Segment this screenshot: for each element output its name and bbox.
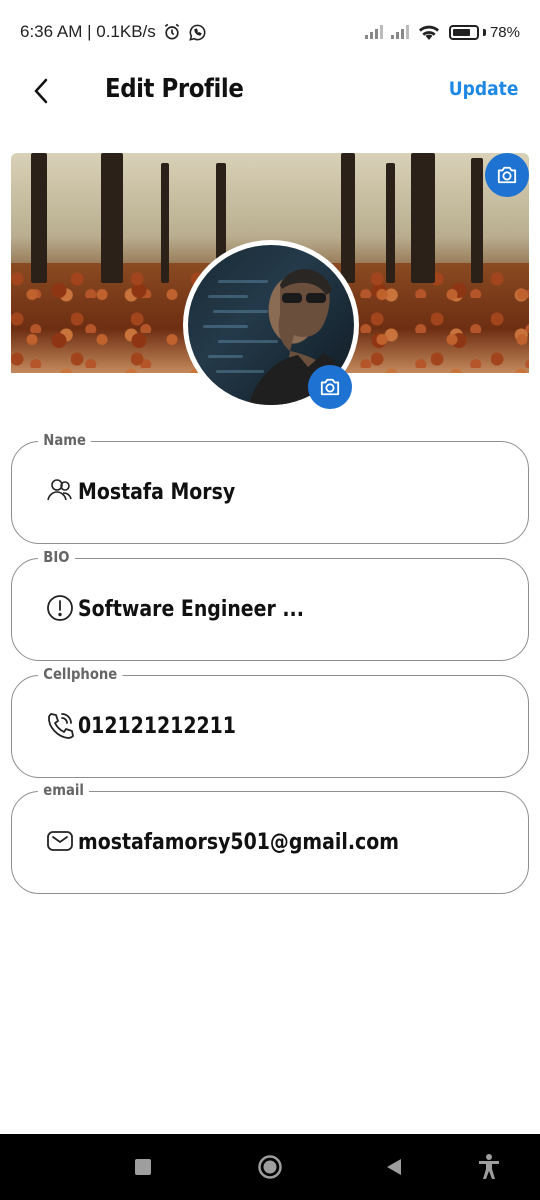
battery-percent: 78% (489, 23, 520, 41)
camera-icon (497, 166, 517, 184)
field-label: Cellphone (38, 665, 123, 683)
camera-icon (320, 378, 340, 396)
field-label: Name (38, 431, 92, 449)
back-button[interactable] (26, 76, 56, 106)
app-header: Edit Profile Update (0, 64, 540, 118)
cover-tree (471, 158, 483, 283)
status-bar: 6:36 AM | 0.1KB/s 78% (0, 0, 540, 64)
accessibility-icon (479, 1154, 499, 1179)
system-nav-bar (0, 1134, 540, 1200)
update-button[interactable]: Update (448, 78, 518, 100)
alarm-icon (164, 23, 179, 40)
person-icon (45, 476, 75, 506)
cover-tree (411, 153, 435, 283)
triangle-back-icon (387, 1159, 401, 1175)
cover-camera-button[interactable] (485, 153, 529, 197)
battery-icon (448, 24, 479, 40)
field-label: email (38, 781, 90, 799)
signal-icon (364, 25, 383, 39)
name-field[interactable]: Name Mostafa Morsy (11, 431, 529, 544)
square-icon (135, 1159, 151, 1175)
recents-button[interactable] (130, 1154, 156, 1180)
bio-value: Software Engineer ... (78, 597, 304, 622)
whatsapp-icon (189, 24, 206, 41)
back-nav-button[interactable] (382, 1154, 406, 1180)
battery-indicator: 78% (448, 23, 520, 41)
accessibility-button[interactable] (474, 1152, 504, 1182)
field-label: BIO (38, 548, 75, 566)
bio-field[interactable]: BIO Software Engineer ... (11, 548, 529, 661)
circle-icon (258, 1155, 282, 1179)
mail-icon (45, 826, 75, 856)
email-field[interactable]: email mostafamorsy501@gmail.com (11, 781, 529, 894)
edit-profile-screen: 6:36 AM | 0.1KB/s 78% Edit Profile Updat… (0, 0, 540, 1200)
status-right: 78% (364, 23, 520, 41)
name-value: Mostafa Morsy (78, 480, 236, 505)
cellphone-value: 012121212211 (78, 714, 236, 739)
wifi-icon (418, 25, 439, 40)
signal-icon-2 (390, 25, 409, 39)
status-left: 6:36 AM | 0.1KB/s (20, 22, 207, 42)
cover-tree (161, 163, 169, 283)
status-time: 6:36 AM | 0.1KB/s (20, 22, 156, 41)
info-icon (45, 593, 75, 623)
email-value: mostafamorsy501@gmail.com (78, 830, 399, 855)
avatar-camera-button[interactable] (308, 365, 352, 409)
cover-tree (101, 153, 123, 283)
phone-icon (45, 710, 75, 740)
cover-tree (386, 163, 395, 283)
chevron-left-icon (34, 78, 48, 104)
cellphone-field[interactable]: Cellphone 012121212211 (11, 665, 529, 778)
page-title: Edit Profile (105, 74, 244, 104)
home-button[interactable] (254, 1151, 286, 1183)
cover-tree (31, 153, 47, 283)
